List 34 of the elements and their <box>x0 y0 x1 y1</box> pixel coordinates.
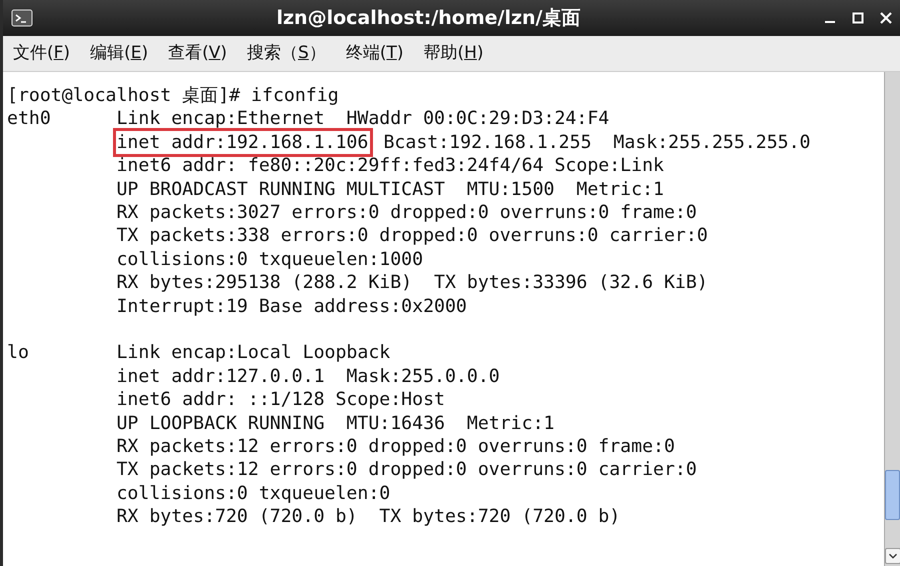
output-line: inet6 addr: ::1/128 Scope:Host <box>116 388 445 412</box>
close-icon[interactable] <box>880 12 892 24</box>
output-line: RX bytes:720 (720.0 b) TX bytes:720 (720.0 b) <box>116 505 620 529</box>
scroll-down-icon[interactable] <box>885 548 900 564</box>
menu-item[interactable]: 帮助(H) <box>423 40 484 66</box>
output-line: TX packets:338 errors:0 dropped:0 overruns:0 carrier:0 <box>116 224 708 248</box>
menu-item[interactable]: 搜索（S） <box>247 40 326 66</box>
output-line: RX packets:3027 errors:0 dropped:0 overruns:0 frame:0 <box>116 201 697 224</box>
output-line: inet6 addr: fe80::20c:29ff:fed3:24f4/64 Scope:Link <box>116 154 664 178</box>
output-line: UP BROADCAST RUNNING MULTICAST MTU:1500 Metric:1 <box>116 178 664 202</box>
output-line: TX packets:12 errors:0 dropped:0 overruns:0 carrier:0 <box>116 458 697 482</box>
menu-item[interactable]: 终端(T) <box>346 40 404 66</box>
menu-item[interactable]: 编辑(E) <box>90 40 148 66</box>
window-title: lzn@localhost:/home/lzn/桌面 <box>275 6 582 31</box>
interface-name: eth0 <box>7 107 52 131</box>
maximize-icon[interactable] <box>852 12 864 24</box>
command-line: [root@localhost 桌面]# ifconfig <box>7 84 339 108</box>
highlighted-output: inet addr:192.168.1.106 <box>116 130 370 154</box>
output-line: Link encap:Ethernet HWaddr 00:0C:29:D3:24:F4 <box>116 107 610 131</box>
terminal-icon <box>11 9 33 27</box>
output-line: collisions:0 txqueuelen:0 <box>116 482 390 506</box>
output-line: Link encap:Local Loopback <box>116 341 390 365</box>
output-line: inet addr:127.0.0.1 Mask:255.0.0.0 <box>116 364 500 388</box>
interface-name: lo <box>7 341 30 365</box>
output-line: RX bytes:295138 (288.2 KiB) TX bytes:33396 (32.6 KiB) <box>116 271 708 295</box>
menu-item[interactable]: 文件(F) <box>13 40 70 66</box>
scrollbar[interactable] <box>884 72 900 566</box>
output-line: RX packets:12 errors:0 dropped:0 overruns:0 frame:0 <box>116 435 675 458</box>
output-line: UP LOOPBACK RUNNING MTU:16436 Metric:1 <box>116 412 554 436</box>
menu-item[interactable]: 查看(V) <box>168 40 228 66</box>
output-line: Bcast:192.168.1.255 Mask:255.255.255.0 <box>383 130 811 154</box>
output-line: Interrupt:19 Base address:0x2000 <box>116 294 467 318</box>
output-line: collisions:0 txqueuelen:1000 <box>116 248 424 272</box>
scroll-thumb[interactable] <box>885 470 900 520</box>
